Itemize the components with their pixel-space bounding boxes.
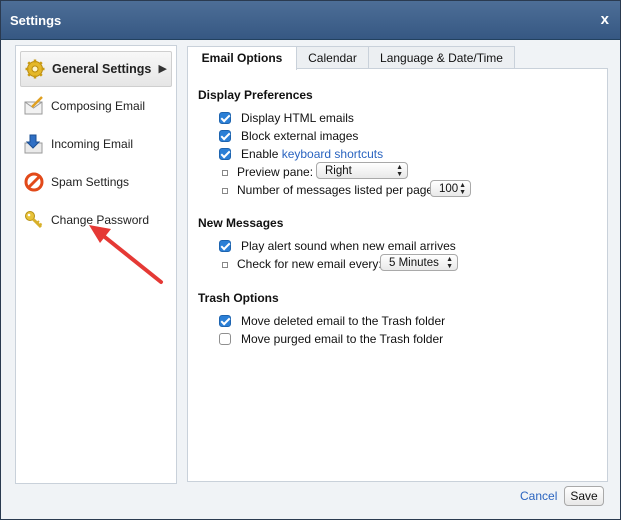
tab-email-options[interactable]: Email Options [187,46,297,70]
sidebar-item-composing-email[interactable]: Composing Email [20,89,170,123]
move-deleted-checkbox[interactable] [219,315,231,327]
sidebar-item-incoming-email[interactable]: Incoming Email [20,127,170,161]
setting-label: Check for new email every: [237,257,382,271]
messages-per-page-select[interactable]: 100 ▲ ▼ [430,180,471,197]
download-arrow-icon [24,134,44,154]
close-icon[interactable]: x [601,11,609,29]
select-value: 100 [439,183,459,195]
move-purged-checkbox[interactable] [219,333,231,345]
sidebar-item-label: Incoming Email [51,137,134,151]
select-value: 5 Minutes [389,257,439,269]
select-arrows-icon: ▲ ▼ [396,164,403,178]
cancel-button[interactable]: Cancel [520,489,557,503]
chevron-right-icon: ▶ [158,63,167,75]
select-arrows-icon: ▲ ▼ [446,256,453,270]
setting-label: Enable keyboard shortcuts [241,147,383,161]
keyboard-shortcuts-link[interactable]: keyboard shortcuts [282,147,383,161]
setting-label: Display HTML emails [241,111,354,125]
setting-label: Preview pane: [237,165,314,179]
bullet-icon [222,188,228,194]
settings-dialog: Settings x General Settings ▶ Composing … [0,0,621,520]
tab-language-date-time[interactable]: Language & Date/Time [368,46,515,69]
gear-icon [25,59,45,79]
dialog-title: Settings [10,13,62,28]
annotation-arrow [89,225,163,284]
tab-calendar[interactable]: Calendar [295,46,370,69]
sidebar-item-spam-settings[interactable]: Spam Settings [20,165,170,199]
display-html-checkbox[interactable] [219,112,231,124]
select-value: Right [325,165,352,177]
section-title-new-messages: New Messages [198,216,284,230]
envelope-compose-icon [24,96,44,116]
no-entry-icon [24,172,44,192]
titlebar: Settings x [1,1,620,40]
bullet-icon [222,170,228,176]
alert-sound-checkbox[interactable] [219,240,231,252]
preview-pane-select[interactable]: Right ▲ ▼ [316,162,408,179]
select-arrows-icon: ▲ ▼ [459,182,466,196]
setting-label: Play alert sound when new email arrives [241,239,456,253]
save-button[interactable]: Save [564,486,604,506]
sidebar-item-label: Spam Settings [51,175,130,189]
email-options-panel: Display Preferences Display HTML emails … [187,68,608,482]
sidebar-item-general-settings[interactable]: General Settings ▶ [20,51,172,87]
sidebar-item-label: Composing Email [51,99,146,113]
keyboard-shortcuts-checkbox[interactable] [219,148,231,160]
setting-label: Move deleted email to the Trash folder [241,314,446,328]
sidebar-item-label: General Settings [52,62,152,76]
setting-label: Block external images [241,129,359,143]
setting-label: Move purged email to the Trash folder [241,332,444,346]
label-prefix: Enable [241,147,282,161]
section-title-trash-options: Trash Options [198,291,279,305]
setting-label: Number of messages listed per page: [237,183,437,197]
key-icon [24,210,44,230]
section-title-display-preferences: Display Preferences [198,88,313,102]
block-images-checkbox[interactable] [219,130,231,142]
bullet-icon [222,262,228,268]
check-interval-select[interactable]: 5 Minutes ▲ ▼ [380,254,458,271]
